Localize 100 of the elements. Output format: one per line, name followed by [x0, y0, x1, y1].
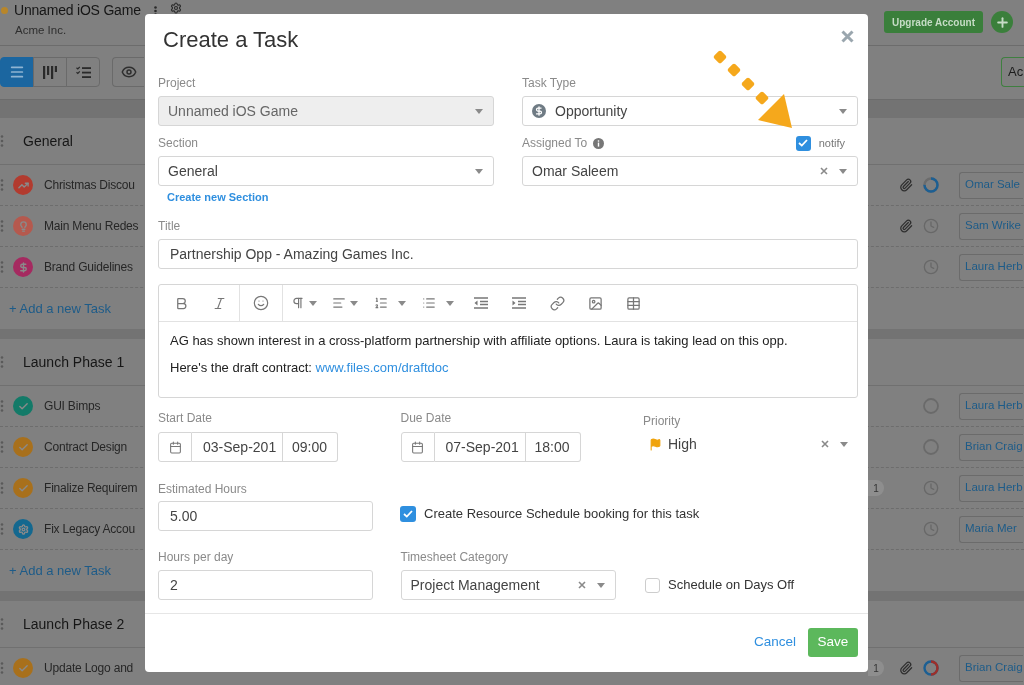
checkbox-label[interactable]: Create Resource Schedule booking for this task	[424, 504, 700, 524]
eye-button[interactable]	[112, 57, 144, 87]
checkbox[interactable]	[400, 506, 416, 522]
calendar-icon	[411, 440, 424, 454]
section-title: General	[23, 131, 73, 151]
paperclip-icon[interactable]	[899, 661, 913, 675]
smiley-icon	[253, 295, 269, 311]
dialog-title: Create a Task	[163, 27, 299, 53]
field-label: Assigned To	[522, 135, 588, 151]
date-input[interactable]: 03-Sep-201	[192, 432, 283, 462]
caret-icon	[475, 108, 483, 114]
task-name[interactable]: Fix Legacy Accou	[44, 520, 135, 538]
field-label: Priority	[643, 413, 682, 429]
field-label: Estimated Hours	[158, 481, 248, 497]
project-title[interactable]: Unnamed iOS Game	[14, 2, 144, 19]
add-button[interactable]: Ac	[1001, 57, 1024, 87]
table-icon	[625, 295, 641, 311]
checkbox-label[interactable]: Schedule on Days Off	[668, 575, 795, 595]
bullet-list-icon	[422, 296, 436, 310]
comment-count: 1	[868, 660, 884, 676]
task-name[interactable]: Contract Design	[44, 438, 128, 456]
timesheet-category-select[interactable]: Project Management	[400, 570, 616, 600]
caret-icon	[309, 300, 317, 306]
paperclip-icon[interactable]	[899, 178, 913, 192]
clock-icon	[923, 218, 939, 234]
caret-icon	[398, 300, 406, 306]
task-name[interactable]: Finalize Requirem	[44, 479, 138, 497]
field-label: Due Date	[400, 410, 453, 426]
outdent-icon	[474, 297, 488, 309]
task-name[interactable]: Main Menu Redes	[44, 217, 139, 235]
list-view-button[interactable]	[0, 57, 34, 87]
list-icon	[9, 64, 25, 80]
section-title: Launch Phase 2	[23, 614, 125, 634]
dollar-icon	[532, 104, 546, 118]
notify-label[interactable]: notify	[818, 134, 845, 152]
description-text: Here's the draft contract: www.files.com/draftdoc	[170, 359, 450, 377]
date-input[interactable]: 07-Sep-201	[434, 432, 526, 462]
clear-icon[interactable]	[820, 167, 828, 175]
paperclip-icon[interactable]	[899, 219, 913, 233]
field-label: Task Type	[522, 75, 577, 91]
time-input[interactable]: 18:00	[525, 432, 581, 462]
description-text: AG has shown interest in a cross-platform partnership with affiliate options. Laura is taking lead on this opp.	[170, 332, 789, 350]
checkbox[interactable]	[645, 577, 660, 593]
checkmark-icon	[403, 510, 413, 518]
task-name[interactable]: Brand Guidelines	[44, 258, 133, 276]
calendar-button[interactable]	[158, 432, 192, 462]
hours-per-day-input[interactable]: 2	[158, 570, 373, 600]
calendar-icon	[168, 440, 182, 454]
pilcrow-icon	[291, 296, 305, 310]
contract-link[interactable]: www.files.com/draftdoc	[315, 360, 449, 375]
clock-icon	[923, 521, 939, 537]
image-icon	[587, 295, 603, 311]
upgrade-account-button[interactable]: Upgrade Account	[884, 11, 983, 33]
cancel-link[interactable]: Cancel	[753, 632, 796, 653]
time-input[interactable]: 09:00	[283, 432, 338, 462]
checkbox[interactable]	[795, 135, 811, 151]
caret-icon	[839, 168, 847, 174]
caret-icon	[475, 168, 483, 174]
project-subtitle: Acme Inc.	[15, 23, 68, 37]
section-title: Launch Phase 1	[23, 352, 125, 372]
info-icon	[593, 137, 605, 149]
estimated-hours-input[interactable]: 5.00	[158, 501, 373, 531]
calendar-button[interactable]	[400, 432, 435, 462]
clock-icon	[923, 480, 939, 496]
description-editor[interactable]: AG has shown interest in a cross-platform partnership with affiliate options. Laura is taking lead on this opp. Here's the draft contract: www.files.com/draftdoc	[158, 284, 858, 398]
board-icon	[43, 65, 57, 79]
flag-icon	[649, 437, 662, 451]
clear-icon[interactable]	[821, 440, 829, 448]
numbered-list-icon	[374, 296, 388, 310]
caret-icon	[840, 441, 848, 447]
field-label: Project	[158, 75, 197, 91]
field-label: Hours per day	[158, 549, 235, 565]
caret-icon	[596, 582, 605, 588]
caret-icon	[350, 300, 358, 306]
align-left-icon	[332, 296, 346, 310]
task-name[interactable]: GUI Bimps	[44, 397, 101, 415]
task-name[interactable]: Update Logo and	[44, 659, 134, 677]
save-button[interactable]: Save	[808, 628, 858, 657]
field-label: Start Date	[158, 410, 214, 426]
task-list-view-button[interactable]	[66, 57, 100, 87]
task-name[interactable]: Christmas Discou	[44, 176, 135, 194]
task-type-select[interactable]: Opportunity	[522, 96, 858, 126]
task-list-icon	[75, 65, 91, 79]
assignee-select[interactable]: Omar Saleem	[522, 156, 858, 186]
comment-count: 1	[868, 480, 884, 496]
indent-icon	[512, 297, 526, 309]
link-icon	[549, 295, 565, 311]
field-label: Title	[158, 218, 182, 234]
progress-ring-icon	[923, 660, 939, 676]
caret-icon	[839, 108, 847, 114]
close-icon[interactable]	[841, 30, 854, 43]
section-select[interactable]: General	[158, 156, 494, 186]
progress-ring-icon	[923, 177, 939, 193]
board-view-button[interactable]	[33, 57, 67, 87]
title-input[interactable]: Partnership Opp - Amazing Games Inc.	[158, 239, 858, 269]
add-icon[interactable]	[991, 11, 1013, 33]
create-section-link[interactable]: Create new Section	[167, 190, 269, 204]
settings-icon[interactable]	[170, 2, 182, 14]
field-label: Timesheet Category	[400, 549, 510, 565]
clear-icon[interactable]	[577, 581, 586, 589]
